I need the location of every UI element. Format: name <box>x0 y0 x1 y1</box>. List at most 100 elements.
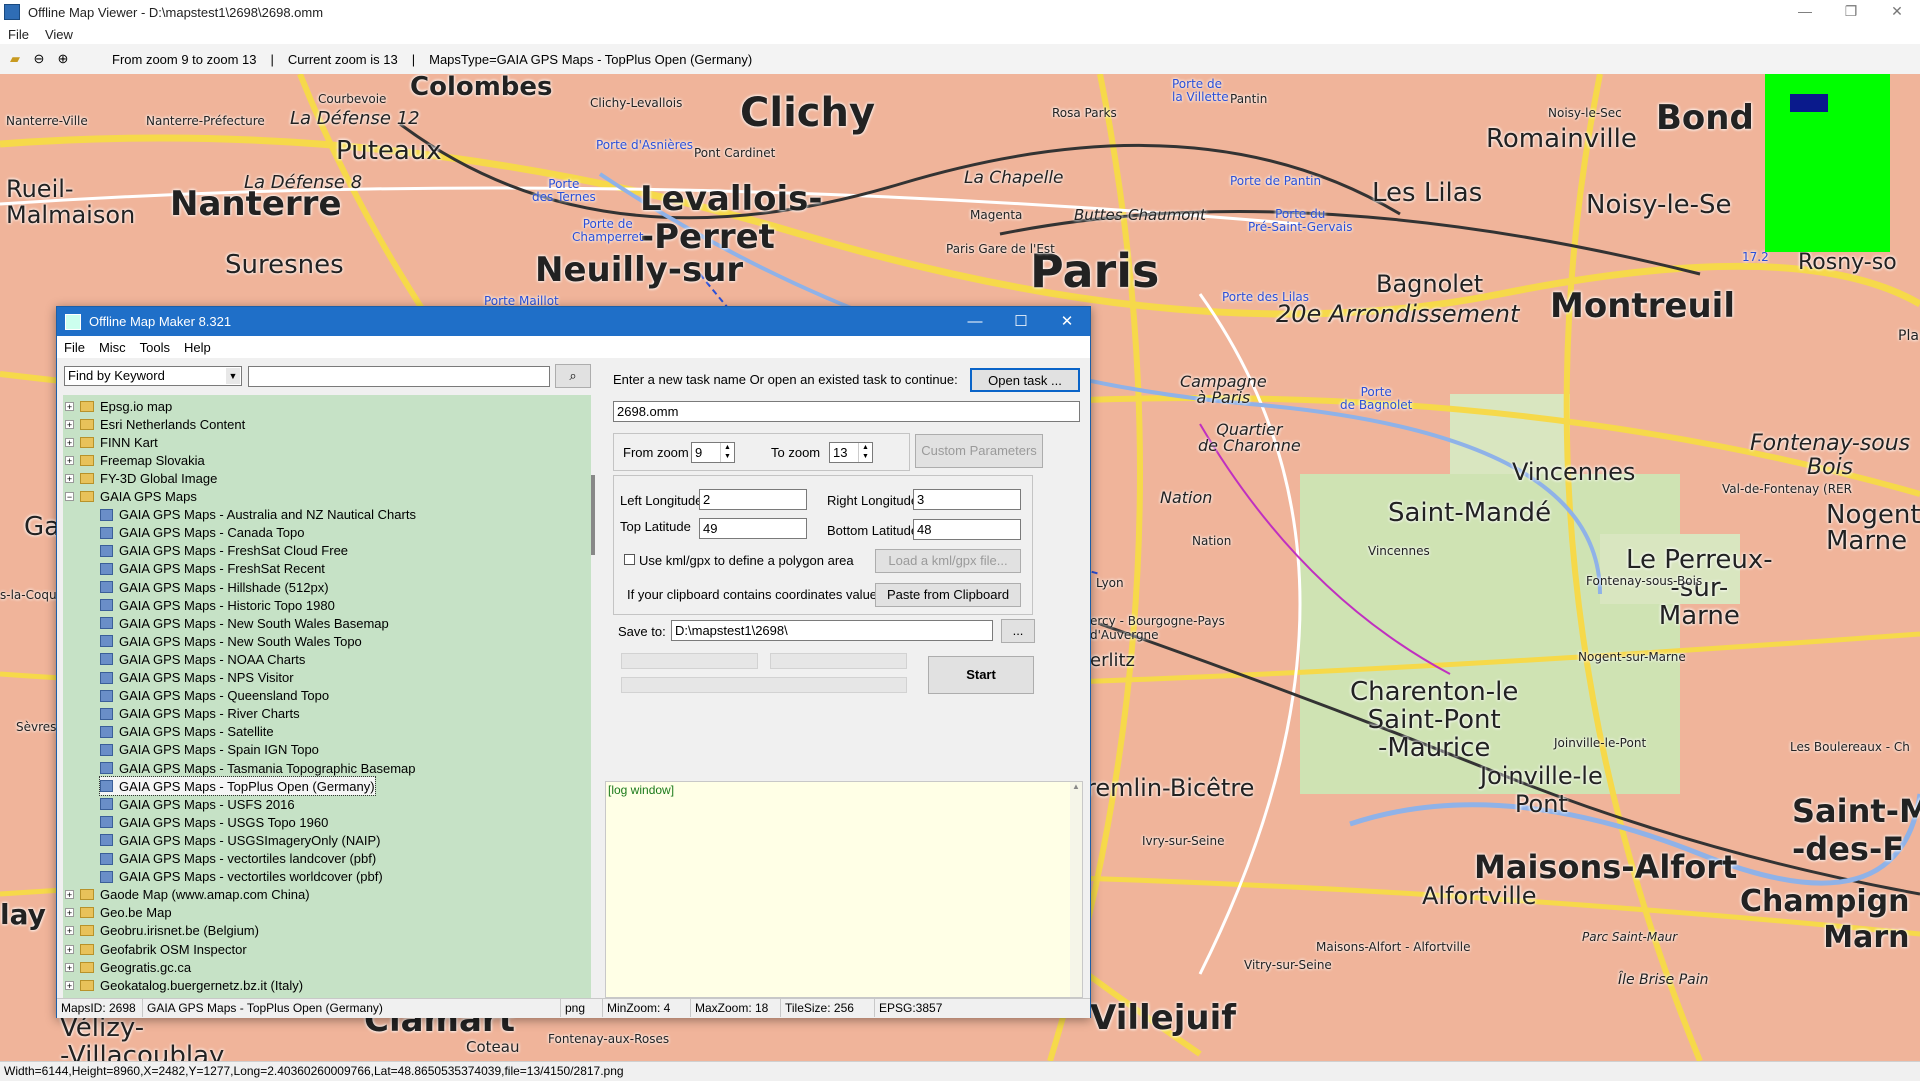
expand-icon[interactable]: + <box>65 944 74 954</box>
expand-icon[interactable]: + <box>65 908 74 918</box>
dialog-close-button[interactable]: ✕ <box>1044 307 1090 336</box>
tree-item[interactable]: GAIA GPS Maps - TopPlus Open (Germany) <box>99 776 376 797</box>
from-zoom-stepper[interactable]: 9 ▲ ▼ <box>691 442 735 463</box>
spinner-arrows-icon[interactable]: ▲ ▼ <box>720 443 734 462</box>
load-kml-button[interactable]: Load a kml/gpx file... <box>875 549 1021 573</box>
tree-item[interactable]: GAIA GPS Maps - USGS Topo 1960 <box>100 813 328 831</box>
open-folder-icon[interactable]: ▰ <box>6 50 24 68</box>
tree-item[interactable]: GAIA GPS Maps - Hillshade (512px) <box>100 578 329 596</box>
tree-item[interactable]: GAIA GPS Maps - NPS Visitor <box>100 669 294 687</box>
tree-item[interactable]: GAIA GPS Maps - Tasmania Topographic Bas… <box>100 759 416 777</box>
tree-item[interactable]: + Geo.be Map <box>65 904 172 922</box>
expand-icon[interactable]: + <box>65 455 74 465</box>
tree-item[interactable]: + FINN Kart <box>65 433 158 451</box>
dialog-maximize-button[interactable]: ☐ <box>998 307 1044 336</box>
tree-item[interactable]: GAIA GPS Maps - FreshSat Recent <box>100 560 325 578</box>
from-zoom-label: From zoom <box>623 445 689 460</box>
expand-icon[interactable]: + <box>65 962 74 972</box>
zoom-in-icon[interactable]: ⊕ <box>54 50 72 68</box>
log-window[interactable]: [log window] ▲ <box>605 781 1083 998</box>
tree-item-label: GAIA GPS Maps - Spain IGN Topo <box>119 742 319 758</box>
log-scrollbar[interactable]: ▲ <box>1070 782 1082 997</box>
browse-button[interactable]: ... <box>1001 619 1035 643</box>
spinner-arrows-icon[interactable]: ▲ ▼ <box>858 443 872 462</box>
tree-item[interactable]: GAIA GPS Maps - USFS 2016 <box>100 795 295 813</box>
main-menubar: File View <box>0 24 1920 44</box>
tree-item[interactable]: GAIA GPS Maps - New South Wales Basemap <box>100 614 389 632</box>
dialog-minimize-button[interactable]: — <box>952 307 998 336</box>
menu-misc[interactable]: Misc <box>92 340 133 355</box>
tree-scroll-thumb[interactable] <box>591 475 595 555</box>
tree-item[interactable]: GAIA GPS Maps - vectortiles landcover (p… <box>100 850 376 868</box>
tree-item[interactable]: GAIA GPS Maps - Queensland Topo <box>100 687 329 705</box>
expand-icon[interactable]: + <box>65 890 74 900</box>
expand-icon[interactable]: + <box>65 401 74 411</box>
custom-parameters-button[interactable]: Custom Parameters <box>915 434 1043 468</box>
save-path-input[interactable]: D:\mapstest1\2698\ <box>671 620 993 641</box>
menu-file[interactable]: File <box>57 340 92 355</box>
tree-item[interactable]: + Epsg.io map <box>65 397 172 415</box>
paste-clipboard-button[interactable]: Paste from Clipboard <box>875 583 1021 607</box>
collapse-icon[interactable]: − <box>65 492 74 502</box>
tree-item-label: GAIA GPS Maps - Canada Topo <box>119 525 305 541</box>
map-layer-icon <box>100 508 113 521</box>
minimize-button[interactable]: — <box>1782 0 1828 24</box>
tree-item[interactable]: GAIA GPS Maps - NOAA Charts <box>100 650 305 668</box>
left-longitude-input[interactable]: 2 <box>699 489 807 510</box>
expand-icon[interactable]: + <box>65 926 74 936</box>
tree-item[interactable]: GAIA GPS Maps - Historic Topo 1980 <box>100 596 335 614</box>
status-maps-id: MapsID: 2698 <box>57 999 143 1017</box>
map-label: Montreuil <box>1550 286 1735 326</box>
map-type-tree[interactable]: + Epsg.io map + Esri Netherlands Content + FI… <box>63 395 591 998</box>
top-latitude-input[interactable]: 49 <box>699 518 807 539</box>
expand-icon[interactable]: + <box>65 473 74 483</box>
tree-item[interactable]: + Geobru.irisnet.be (Belgium) <box>65 922 259 940</box>
tree-item[interactable]: + Geokatalog.buergernetz.bz.it (Italy) <box>65 976 303 994</box>
tree-item[interactable]: + Gaode Map (www.amap.com China) <box>65 886 310 904</box>
task-name-input[interactable]: 2698.omm <box>613 401 1080 422</box>
tree-item[interactable]: GAIA GPS Maps - Australia and NZ Nautica… <box>100 506 416 524</box>
tree-item[interactable]: GAIA GPS Maps - Satellite <box>100 723 274 741</box>
tree-item[interactable]: − GAIA GPS Maps <box>65 488 197 506</box>
chevron-down-icon: ▼ <box>226 368 240 384</box>
tree-scrollbar[interactable] <box>591 395 597 998</box>
tree-item[interactable]: GAIA GPS Maps - Canada Topo <box>100 524 304 542</box>
tree-item[interactable]: GAIA GPS Maps - Spain IGN Topo <box>100 741 319 759</box>
menu-view[interactable]: View <box>37 27 81 42</box>
search-mode-select[interactable]: Find by Keyword ▼ <box>64 366 242 386</box>
dialog-titlebar[interactable]: Offline Map Maker 8.321 — ☐ ✕ <box>57 307 1090 336</box>
map-label: Le Perreux- -sur- Marne <box>1626 545 1773 631</box>
menu-tools[interactable]: Tools <box>133 340 177 355</box>
tree-item[interactable]: GAIA GPS Maps - New South Wales Topo <box>100 632 362 650</box>
close-button[interactable]: ✕ <box>1874 0 1920 24</box>
tree-item[interactable]: GAIA GPS Maps - vectortiles worldcover (… <box>100 868 383 886</box>
expand-icon[interactable]: + <box>65 437 74 447</box>
menu-help[interactable]: Help <box>177 340 218 355</box>
tree-item[interactable]: + FY-3D Global Image <box>65 469 217 487</box>
bottom-latitude-label: Bottom Latitude <box>827 523 919 538</box>
tree-item[interactable]: + Esri Netherlands Content <box>65 415 245 433</box>
tree-item[interactable]: GAIA GPS Maps - USGSImageryOnly (NAIP) <box>100 831 381 849</box>
expand-icon[interactable]: + <box>65 980 74 990</box>
map-label: Saint-Mandé <box>1388 498 1552 528</box>
maximize-button[interactable]: ❐ <box>1828 0 1874 24</box>
zoom-out-icon[interactable]: ⊖ <box>30 50 48 68</box>
tree-item[interactable]: GAIA GPS Maps - FreshSat Cloud Free <box>100 542 348 560</box>
menu-file[interactable]: File <box>0 27 37 42</box>
tree-item[interactable]: + Geofabrik OSM Inspector <box>65 940 247 958</box>
minimap-viewport[interactable] <box>1790 94 1828 112</box>
open-task-button[interactable]: Open task ... <box>970 368 1080 392</box>
status-max-zoom: MaxZoom: 18 <box>691 999 781 1017</box>
start-button[interactable]: Start <box>928 656 1034 694</box>
to-zoom-stepper[interactable]: 13 ▲ ▼ <box>829 442 873 463</box>
kml-checkbox[interactable] <box>624 554 635 565</box>
map-layer-icon <box>100 635 113 648</box>
tree-item[interactable]: GAIA GPS Maps - River Charts <box>100 705 300 723</box>
right-longitude-input[interactable]: 3 <box>913 489 1021 510</box>
search-input[interactable] <box>248 366 550 387</box>
tree-item[interactable]: + Geogratis.gc.ca <box>65 958 191 976</box>
tree-item[interactable]: + Freemap Slovakia <box>65 451 205 469</box>
search-button[interactable]: ⌕ <box>555 364 591 388</box>
expand-icon[interactable]: + <box>65 419 74 429</box>
bottom-latitude-input[interactable]: 48 <box>913 519 1021 540</box>
